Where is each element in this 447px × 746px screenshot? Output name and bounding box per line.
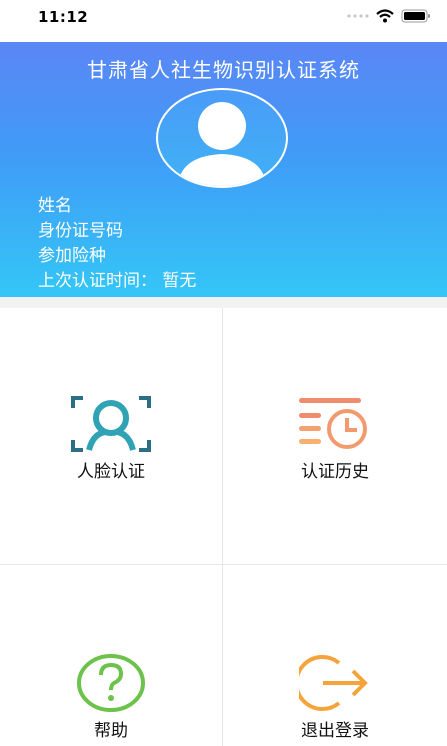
help-button[interactable]: 帮助 xyxy=(0,565,222,746)
name-label: 姓名 xyxy=(38,196,72,216)
battery-icon xyxy=(401,9,430,23)
insurance-type-label: 参加险种 xyxy=(38,246,106,266)
last-auth-label: 上次认证时间： xyxy=(38,271,157,291)
face-auth-button[interactable]: 人脸认证 xyxy=(0,308,222,564)
signal-icon xyxy=(347,14,369,18)
id-number-label: 身份证号码 xyxy=(38,221,123,241)
auth-history-button[interactable]: 认证历史 xyxy=(223,308,447,564)
logout-label: 退出登录 xyxy=(301,721,369,741)
status-icons xyxy=(347,9,431,23)
status-bar: 11:12 xyxy=(0,0,447,42)
face-scan-icon xyxy=(71,396,151,452)
avatar-icon xyxy=(156,88,288,188)
help-icon xyxy=(77,654,145,712)
last-auth-value: 暂无 xyxy=(162,271,197,291)
last-auth-row: 上次认证时间： 暂无 xyxy=(38,269,196,294)
section-divider xyxy=(0,297,447,308)
app-title: 甘肃省人社生物识别认证系统 xyxy=(87,58,360,82)
grid-vertical-divider xyxy=(222,308,223,746)
help-label: 帮助 xyxy=(94,721,128,741)
profile-info: 姓名 身份证号码 参加险种 上次认证时间： 暂无 xyxy=(38,194,196,294)
status-time: 11:12 xyxy=(38,8,89,26)
face-auth-label: 人脸认证 xyxy=(77,462,145,482)
grid-horizontal-divider xyxy=(0,564,447,565)
wifi-icon xyxy=(376,9,394,23)
auth-history-label: 认证历史 xyxy=(301,462,369,482)
logout-icon xyxy=(299,655,368,711)
profile-header: 甘肃省人社生物识别认证系统 姓名 身份证号码 参加险种 上次认证时间： 暂无 xyxy=(0,42,447,297)
logout-button[interactable]: 退出登录 xyxy=(223,565,447,746)
history-icon xyxy=(299,398,367,449)
